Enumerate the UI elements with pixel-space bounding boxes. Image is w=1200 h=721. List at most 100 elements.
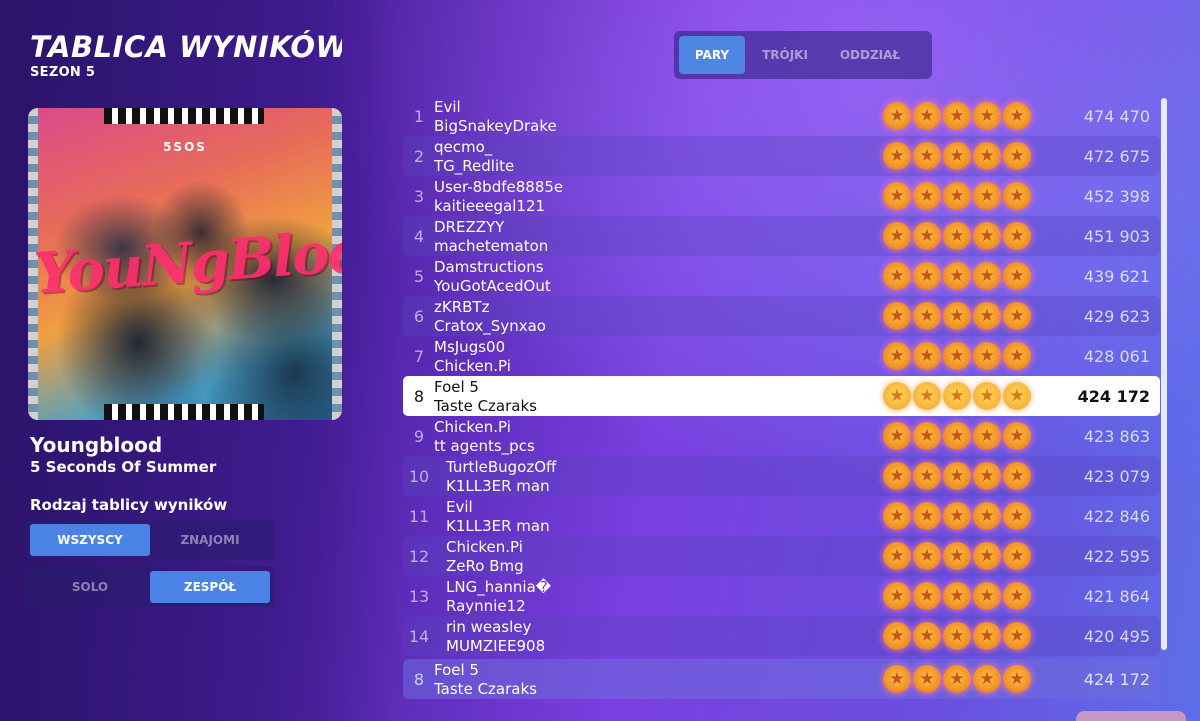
page-title: TABLICA WYNIKÓW bbox=[30, 30, 342, 64]
leaderboard-row[interactable]: 4 DREZZYY machetematon ★ ★ ★ ★ ★ 451 903 bbox=[403, 216, 1160, 256]
star-icon: ★ bbox=[1003, 262, 1031, 290]
corner-button[interactable] bbox=[1076, 711, 1186, 721]
song-title: Youngblood bbox=[30, 433, 163, 457]
star-icon: ★ bbox=[913, 462, 941, 490]
star-rating: ★ ★ ★ ★ ★ bbox=[883, 542, 1031, 570]
rank-number: 5 bbox=[413, 266, 425, 286]
score-value: 474 470 bbox=[1083, 106, 1150, 126]
leaderboard-row[interactable]: 11 Evil K1LL3ER man ★ ★ ★ ★ ★ 422 846 bbox=[403, 496, 1160, 536]
rank-number: 14 bbox=[408, 626, 430, 646]
mode-band-button[interactable]: ZESPÓŁ bbox=[150, 571, 270, 603]
star-icon: ★ bbox=[973, 622, 1001, 650]
player1-name: zKRBTz bbox=[434, 298, 490, 316]
leaderboard-row[interactable]: 6 zKRBTz Cratox_Synxao ★ ★ ★ ★ ★ 429 623 bbox=[403, 296, 1160, 336]
leaderboard-row[interactable]: 10 TurtleBugozOff K1LL3ER man ★ ★ ★ ★ ★ 423 079 bbox=[403, 456, 1160, 496]
player1-name: User-8bdfe8885e bbox=[434, 178, 564, 196]
star-icon: ★ bbox=[1003, 382, 1031, 410]
star-icon: ★ bbox=[883, 582, 911, 610]
star-icon: ★ bbox=[943, 142, 971, 170]
mode-solo-button[interactable]: SOLO bbox=[30, 571, 150, 603]
star-icon: ★ bbox=[1003, 462, 1031, 490]
player2-name: Raynnie12 bbox=[446, 597, 526, 615]
score-value: 428 061 bbox=[1083, 346, 1150, 366]
star-icon: ★ bbox=[883, 222, 911, 250]
star-icon: ★ bbox=[913, 102, 941, 130]
tab-squad[interactable]: ODDZIAŁ bbox=[825, 36, 915, 74]
leaderboard-row[interactable]: 3 User-8bdfe8885e kaitieeegal121 ★ ★ ★ ★ ★ 452 3… bbox=[403, 176, 1160, 216]
leaderboard-row[interactable]: 1 Evil BigSnakeyDrake ★ ★ ★ ★ ★ 474 470 bbox=[403, 96, 1160, 136]
my-rank-number: 8 bbox=[413, 669, 425, 689]
rank-number: 9 bbox=[413, 426, 425, 446]
player-names: zKRBTz Cratox_Synxao bbox=[434, 298, 546, 336]
star-rating: ★ ★ ★ ★ ★ bbox=[883, 182, 1031, 210]
rank-number: 11 bbox=[408, 506, 430, 526]
star-rating: ★ ★ ★ ★ ★ bbox=[883, 102, 1031, 130]
star-icon: ★ bbox=[973, 462, 1001, 490]
star-icon: ★ bbox=[913, 382, 941, 410]
leaderboard-row[interactable]: 2 qecmo_ TG_Redlite ★ ★ ★ ★ ★ 472 675 bbox=[403, 136, 1160, 176]
player-names: LNG_hannia� Raynnie12 bbox=[446, 578, 551, 616]
player-names: Chicken.Pi ZeRo Bmg bbox=[446, 538, 524, 576]
my-rank-player2: Taste Czaraks bbox=[434, 680, 537, 698]
rank-number: 8 bbox=[413, 386, 425, 406]
tab-trios[interactable]: TRÓJKI bbox=[745, 36, 825, 74]
star-icon: ★ bbox=[913, 502, 941, 530]
score-value: 420 495 bbox=[1083, 626, 1150, 646]
leaderboard-row-current-player[interactable]: 8 Foel 5 Taste Czaraks ★ ★ ★ ★ ★ 424 172 bbox=[403, 376, 1160, 416]
player2-name: BigSnakeyDrake bbox=[434, 117, 557, 135]
player1-name: Foel 5 bbox=[434, 378, 479, 396]
star-rating: ★ ★ ★ ★ ★ bbox=[883, 582, 1031, 610]
player-names: qecmo_ TG_Redlite bbox=[434, 138, 514, 176]
star-icon: ★ bbox=[973, 542, 1001, 570]
star-rating: ★ ★ ★ ★ ★ bbox=[883, 622, 1031, 650]
rank-number: 7 bbox=[413, 346, 425, 366]
scope-all-button[interactable]: WSZYSCY bbox=[30, 524, 150, 556]
star-icon: ★ bbox=[1003, 582, 1031, 610]
star-icon: ★ bbox=[883, 665, 911, 693]
player1-name: Damstructions bbox=[434, 258, 544, 276]
star-icon: ★ bbox=[973, 342, 1001, 370]
player-names: rin weasley MUMZIEE908 bbox=[446, 618, 545, 656]
player-names: Foel 5 Taste Czaraks bbox=[434, 378, 537, 416]
star-icon: ★ bbox=[973, 502, 1001, 530]
my-rank-score: 424 172 bbox=[1083, 669, 1150, 689]
star-rating: ★ ★ ★ ★ ★ bbox=[883, 142, 1031, 170]
album-cover: 5SOS YouNgBlooD bbox=[28, 108, 342, 420]
mode-toggle: SOLO ZESPÓŁ bbox=[26, 567, 274, 607]
leaderboard-row[interactable]: 14 rin weasley MUMZIEE908 ★ ★ ★ ★ ★ 420 495 bbox=[403, 616, 1160, 656]
star-rating: ★ ★ ★ ★ ★ bbox=[883, 262, 1031, 290]
player1-name: qecmo_ bbox=[434, 138, 493, 156]
leaderboard-row[interactable]: 13 LNG_hannia� Raynnie12 ★ ★ ★ ★ ★ 421 864 bbox=[403, 576, 1160, 616]
star-icon: ★ bbox=[883, 262, 911, 290]
song-artist: 5 Seconds Of Summer bbox=[30, 458, 217, 476]
star-icon: ★ bbox=[883, 502, 911, 530]
score-value: 451 903 bbox=[1083, 226, 1150, 246]
player2-name: Chicken.Pi bbox=[434, 357, 511, 375]
scope-friends-button[interactable]: ZNAJOMI bbox=[150, 524, 270, 556]
player2-name: MUMZIEE908 bbox=[446, 637, 546, 655]
star-icon: ★ bbox=[943, 462, 971, 490]
star-rating: ★ ★ ★ ★ ★ bbox=[883, 502, 1031, 530]
score-value: 424 172 bbox=[1077, 386, 1150, 406]
star-icon: ★ bbox=[883, 622, 911, 650]
star-icon: ★ bbox=[883, 462, 911, 490]
star-icon: ★ bbox=[943, 382, 971, 410]
leaderboard-row[interactable]: 12 Chicken.Pi ZeRo Bmg ★ ★ ★ ★ ★ 422 595 bbox=[403, 536, 1160, 576]
my-rank-row[interactable]: 8 Foel 5 Taste Czaraks ★ ★ ★ ★ ★ 424 172 bbox=[403, 659, 1160, 699]
player1-name: Evil bbox=[446, 498, 473, 516]
star-icon: ★ bbox=[913, 222, 941, 250]
leaderboard-list[interactable]: 1 Evil BigSnakeyDrake ★ ★ ★ ★ ★ 474 470 2 qecmo_ TG… bbox=[403, 96, 1160, 656]
leaderboard-scrollbar[interactable] bbox=[1161, 98, 1167, 650]
player1-name: Evil bbox=[434, 98, 461, 116]
tab-pairs[interactable]: PARY bbox=[679, 36, 745, 74]
leaderboard-row[interactable]: 7 MsJugs00 Chicken.Pi ★ ★ ★ ★ ★ 428 061 bbox=[403, 336, 1160, 376]
score-value: 423 863 bbox=[1083, 426, 1150, 446]
star-icon: ★ bbox=[883, 182, 911, 210]
leaderboard-row[interactable]: 9 Chicken.Pi tt agents_pcs ★ ★ ★ ★ ★ 423 863 bbox=[403, 416, 1160, 456]
star-icon: ★ bbox=[1003, 342, 1031, 370]
player1-name: Chicken.Pi bbox=[446, 538, 523, 556]
rank-number: 3 bbox=[413, 186, 425, 206]
star-icon: ★ bbox=[943, 622, 971, 650]
leaderboard-row[interactable]: 5 Damstructions YouGotAcedOut ★ ★ ★ ★ ★ 439 621 bbox=[403, 256, 1160, 296]
player1-name: rin weasley bbox=[446, 618, 532, 636]
